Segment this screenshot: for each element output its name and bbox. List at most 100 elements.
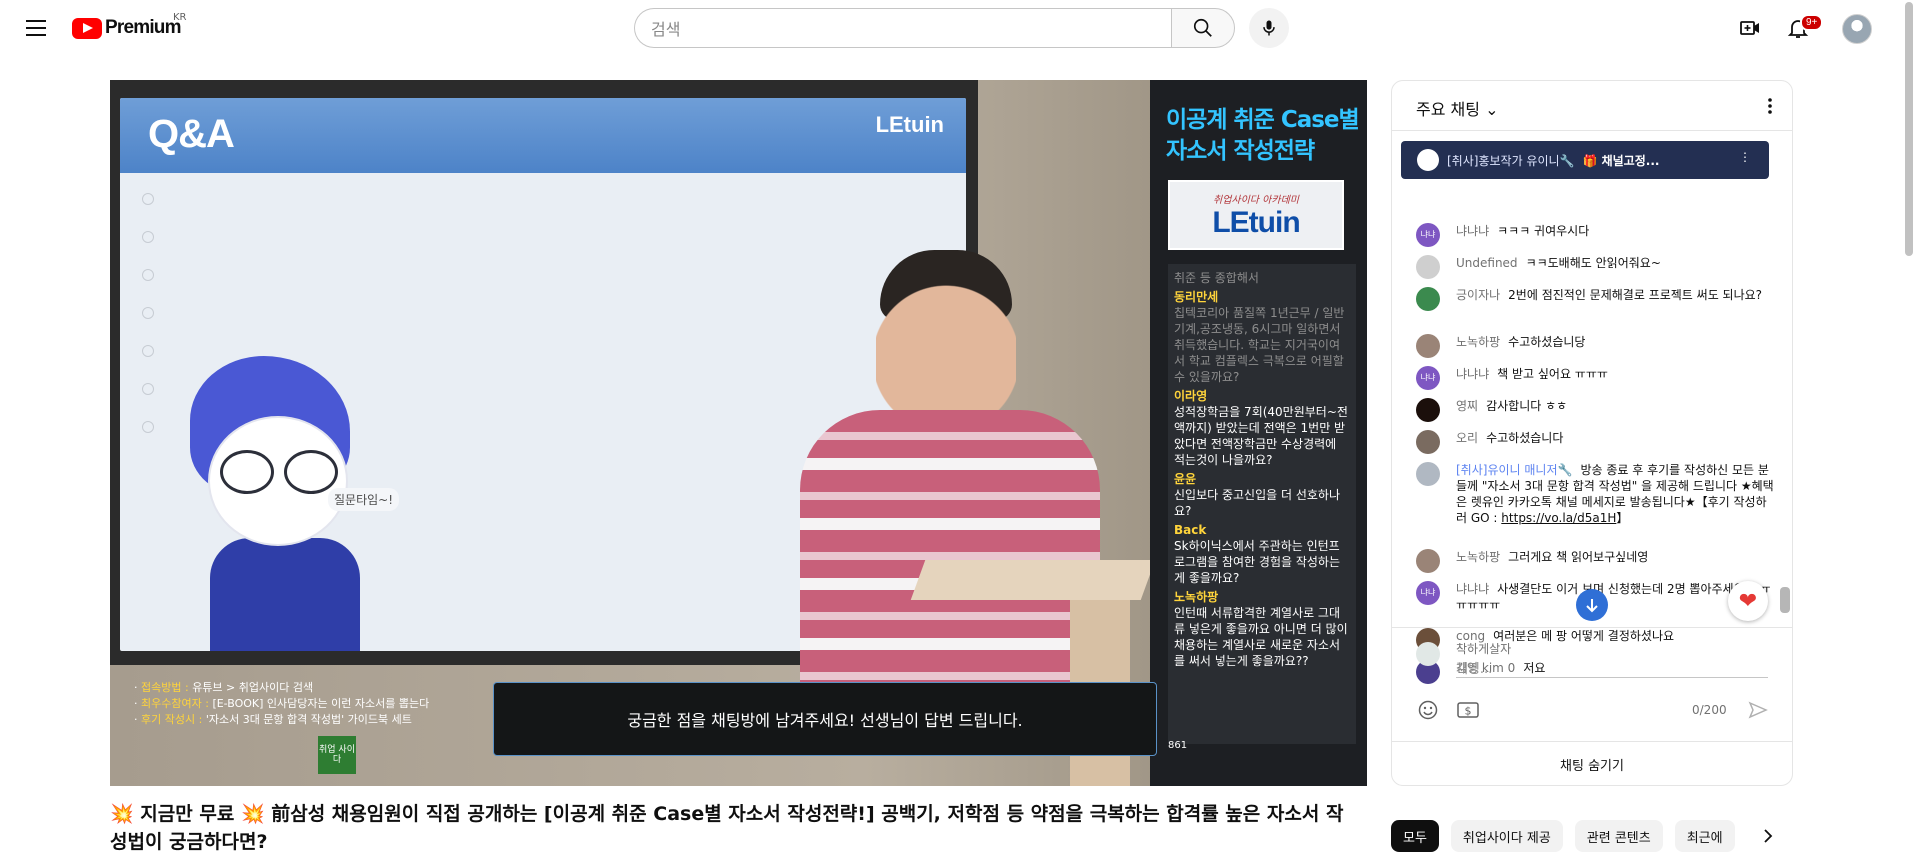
chat-scrollbar[interactable] — [1780, 587, 1790, 613]
menu-icon[interactable] — [20, 14, 52, 42]
speech-bubble: 질문타임~! — [328, 488, 400, 511]
slide-title: Q&A — [148, 112, 235, 156]
filter-chips: 모두 취업사이다 제공 관련 콘텐츠 최근에 — [1391, 820, 1735, 852]
chat-author[interactable]: 오리 — [1456, 431, 1478, 445]
question-author: 동리만세 — [1174, 290, 1219, 304]
question-text: 인턴때 서류합격한 계열사로 그대류 넣은게 좋을까요 아니면 더 많이 채용하… — [1174, 606, 1348, 668]
chat-input[interactable]: 채팅... — [1456, 658, 1768, 678]
mascot-body — [210, 538, 360, 651]
chat-text: 2번에 점진적인 문제해결로 프로젝트 써도 되나요? — [1508, 288, 1763, 302]
question-side-panel: 이공계 취준 Case별 자소서 작성전략 취업사이다 아카데미 LEtuin … — [1150, 80, 1367, 786]
info-line: · 접속방법 : 유튜브 > 취업사이다 검색 — [134, 681, 314, 694]
question-author: 이라영 — [1174, 389, 1208, 403]
question-author: 윤윤 — [1174, 472, 1197, 486]
slide-brand: LEtuin — [875, 112, 944, 137]
more-vertical-icon[interactable]: ⋮ — [1739, 150, 1751, 164]
chat-link[interactable]: https://vo.la/d5a1H — [1501, 511, 1616, 525]
svg-text:$: $ — [1465, 705, 1472, 718]
chevron-down-icon: ⌄ — [1485, 100, 1499, 119]
chat-avatar[interactable] — [1416, 334, 1440, 358]
chat-author[interactable]: Undefined — [1456, 256, 1518, 270]
chat-author[interactable]: 긍이자나 — [1456, 288, 1500, 302]
slide-topbar: Q&A LEtuin — [120, 98, 966, 173]
info-line: · 후기 작성시 : '자소서 3대 문항 합격 작성법' 가이드북 세트 — [134, 713, 412, 726]
pinned-message[interactable]: [취사]홍보작가 유이니🔧 🎁 채널고정... ⋮ — [1401, 141, 1769, 179]
chat-author[interactable]: 영찌 — [1456, 399, 1478, 413]
chat-message[interactable]: [취사]유이니 매니저🔧 방송 종료 후 후기를 작성하신 모든 분들께 "자소서… — [1416, 462, 1776, 526]
chat-avatar[interactable] — [1416, 398, 1440, 422]
youtube-play-icon — [72, 17, 102, 39]
send-button[interactable] — [1746, 698, 1770, 722]
chevron-right-icon[interactable] — [1752, 820, 1784, 852]
country-code: KR — [173, 12, 187, 23]
page-scrollbar[interactable] — [1905, 2, 1913, 256]
chat-avatar[interactable] — [1416, 549, 1440, 573]
chat-text: 사생결단도 이거 보며 신청했는데 2명 뽑아주세용 ㅠㅠ ㅠㅠㅠㅠ — [1456, 582, 1771, 612]
video-player[interactable]: Q&A LEtuin 질문타임~! 이공계 취준 Case별 자소서 작성전략 … — [110, 80, 1367, 786]
chat-message[interactable]: 긍이자나 2번에 점진적인 문제해결로 프로젝트 써도 되나요? — [1416, 287, 1776, 311]
chat-author[interactable]: 냐냐냐 — [1456, 224, 1489, 238]
channel-badge: 취업 사이다 — [318, 736, 356, 774]
chat-header: 주요 채팅 ⌄ — [1392, 81, 1792, 131]
chat-avatar[interactable] — [1416, 287, 1440, 311]
info-line: · 최우수참여자 : [E-BOOK] 인사담당자는 이런 자소서를 뽑는다 — [134, 697, 430, 710]
filter-chip[interactable]: 모두 — [1391, 820, 1439, 852]
chat-avatar[interactable] — [1416, 255, 1440, 279]
caption-box: 궁금한 점을 채팅방에 남겨주세요! 선생님이 답변 드립니다. — [493, 682, 1157, 756]
side-title: 이공계 취준 Case별 자소서 작성전략 — [1166, 107, 1360, 164]
chat-author[interactable]: [취사]유이니 매니저🔧 — [1456, 463, 1572, 477]
smiley-icon — [1418, 700, 1438, 720]
chat-author[interactable]: 노녹하팡 — [1456, 550, 1500, 564]
chat-author[interactable]: 냐냐냐 — [1456, 582, 1489, 596]
chat-message[interactable]: 노녹하팡 수고하셨습니당 — [1416, 334, 1776, 358]
chat-message[interactable]: 냐냐 냐냐냐 ㅋㅋㅋ 귀여우시다 — [1416, 223, 1776, 247]
send-icon — [1748, 701, 1768, 719]
boom-icon: 💥 — [240, 803, 265, 825]
chat-author[interactable]: 노녹하팡 — [1456, 335, 1500, 349]
chat-mode-dropdown[interactable]: 주요 채팅 ⌄ — [1416, 96, 1498, 120]
heart-icon: ❤ — [1738, 588, 1758, 614]
chat-message[interactable]: 오리 수고하셨습니다 — [1416, 430, 1776, 454]
youtube-premium-logo[interactable]: Premium — [72, 17, 182, 39]
filter-chip[interactable]: 관련 콘텐츠 — [1574, 820, 1663, 852]
account-avatar[interactable] — [1842, 14, 1872, 44]
create-button[interactable] — [1734, 12, 1766, 44]
voice-search-button[interactable] — [1249, 8, 1289, 48]
chat-avatar[interactable]: 냐냐 — [1416, 223, 1440, 247]
search-button[interactable] — [1171, 8, 1235, 48]
chat-text: 수고하셨습니당 — [1508, 335, 1586, 349]
chat-text: 감사합니다 ㅎㅎ — [1486, 399, 1568, 413]
chat-message[interactable]: 영찌 감사합니다 ㅎㅎ — [1416, 398, 1776, 422]
chat-avatar[interactable] — [1416, 462, 1440, 486]
chat-avatar[interactable] — [1416, 430, 1440, 454]
slide-toolbar — [142, 193, 154, 433]
search-input[interactable]: 검색 — [634, 8, 1172, 48]
arrow-down-icon — [1586, 599, 1598, 613]
question-list: 취준 등 종합해서 동리만세 칩텍코리아 품질쪽 1년근무 / 일반기계,공조냉동,… — [1168, 264, 1356, 744]
notifications-button[interactable]: 9+ — [1782, 12, 1824, 44]
dollar-icon: $ — [1457, 702, 1479, 718]
video-title: 💥 지금만 무료 💥 前삼성 채용임원이 직접 공개하는 [이공계 취준 Cas… — [110, 803, 1344, 853]
super-chat-button[interactable]: $ — [1456, 698, 1480, 722]
chat-avatar[interactable]: 냐냐 — [1416, 581, 1440, 605]
chat-more-button[interactable] — [1757, 93, 1783, 119]
viewer-count: 861 — [1168, 740, 1188, 751]
academy-logo: 취업사이다 아카데미 LEtuin — [1168, 180, 1344, 250]
hide-chat-button[interactable]: 채팅 숨기기 — [1392, 741, 1792, 785]
heart-reaction-button[interactable]: ❤ — [1728, 581, 1768, 621]
chat-message[interactable]: 냐냐 냐냐냐 책 받고 싶어요 ㅠㅠㅠ — [1416, 366, 1776, 390]
emoji-button[interactable] — [1416, 698, 1440, 722]
char-counter: 0/200 — [1692, 703, 1727, 717]
filter-chip[interactable]: 최근에 — [1674, 820, 1735, 852]
question-text: Sk하이닉스에서 주관하는 인턴프로그램을 참여한 경험을 작성하는게 좋을까요… — [1174, 539, 1341, 585]
filter-chip[interactable]: 취업사이다 제공 — [1450, 820, 1563, 852]
chat-message[interactable]: 노녹하팡 그러게요 책 읽어보구싶네영 — [1416, 549, 1776, 573]
info-overlay: · 접속방법 : 유튜브 > 취업사이다 검색 · 최우수참여자 : [E-BOO… — [134, 680, 429, 728]
chat-author[interactable]: 냐냐냐 — [1456, 367, 1489, 381]
chat-text-end: 】 — [1616, 511, 1629, 525]
chat-message[interactable]: Undefined ㅋㅋ도배해도 안읽어줘요~ — [1416, 255, 1776, 279]
scroll-to-bottom-button[interactable] — [1576, 589, 1608, 621]
user-name: 착하게살자 — [1456, 642, 1512, 656]
chat-input-area: 착하게살자 채팅... $ 0/200 — [1392, 627, 1792, 741]
chat-avatar[interactable]: 냐냐 — [1416, 366, 1440, 390]
